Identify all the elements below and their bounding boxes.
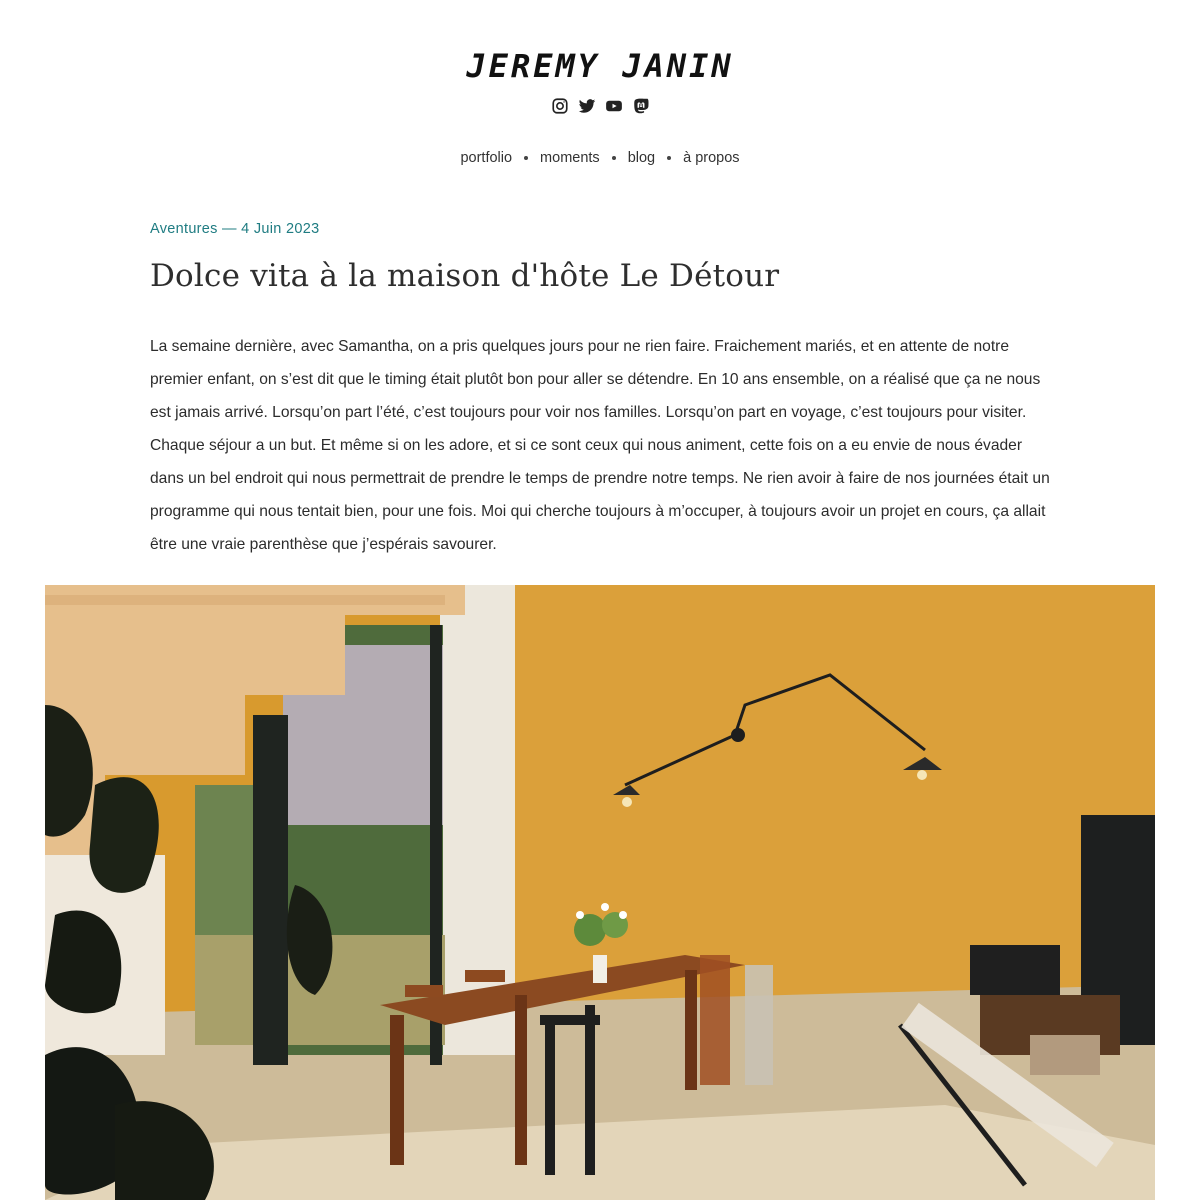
post-body: La semaine dernière, avec Samantha, on a… (150, 338, 1050, 553)
nav-item-a-propos[interactable]: à propos (681, 150, 741, 166)
youtube-icon[interactable] (604, 96, 623, 115)
post-title: Dolce vita à la maison d'hôte Le Détour (150, 258, 780, 294)
site-header: JEREMY JANIN portfolio moments blog à pr… (0, 0, 1200, 200)
nav-separator (524, 156, 529, 160)
nav-item-moments[interactable]: moments (538, 150, 602, 166)
twitter-icon[interactable] (577, 96, 596, 115)
site-logo[interactable]: JEREMY JANIN (0, 44, 1200, 88)
social-links (0, 96, 1200, 115)
nav-separator (611, 156, 616, 160)
nav-item-portfolio[interactable]: portfolio (458, 150, 514, 166)
nav-item-blog[interactable]: blog (626, 150, 657, 166)
post-meta[interactable]: Aventures — 4 Juin 2023 (150, 219, 319, 239)
main-nav: portfolio moments blog à propos (0, 150, 1200, 166)
hero-photo (45, 585, 1155, 1200)
instagram-icon[interactable] (550, 96, 569, 115)
nav-separator (667, 156, 672, 160)
mastodon-icon[interactable] (631, 96, 650, 115)
